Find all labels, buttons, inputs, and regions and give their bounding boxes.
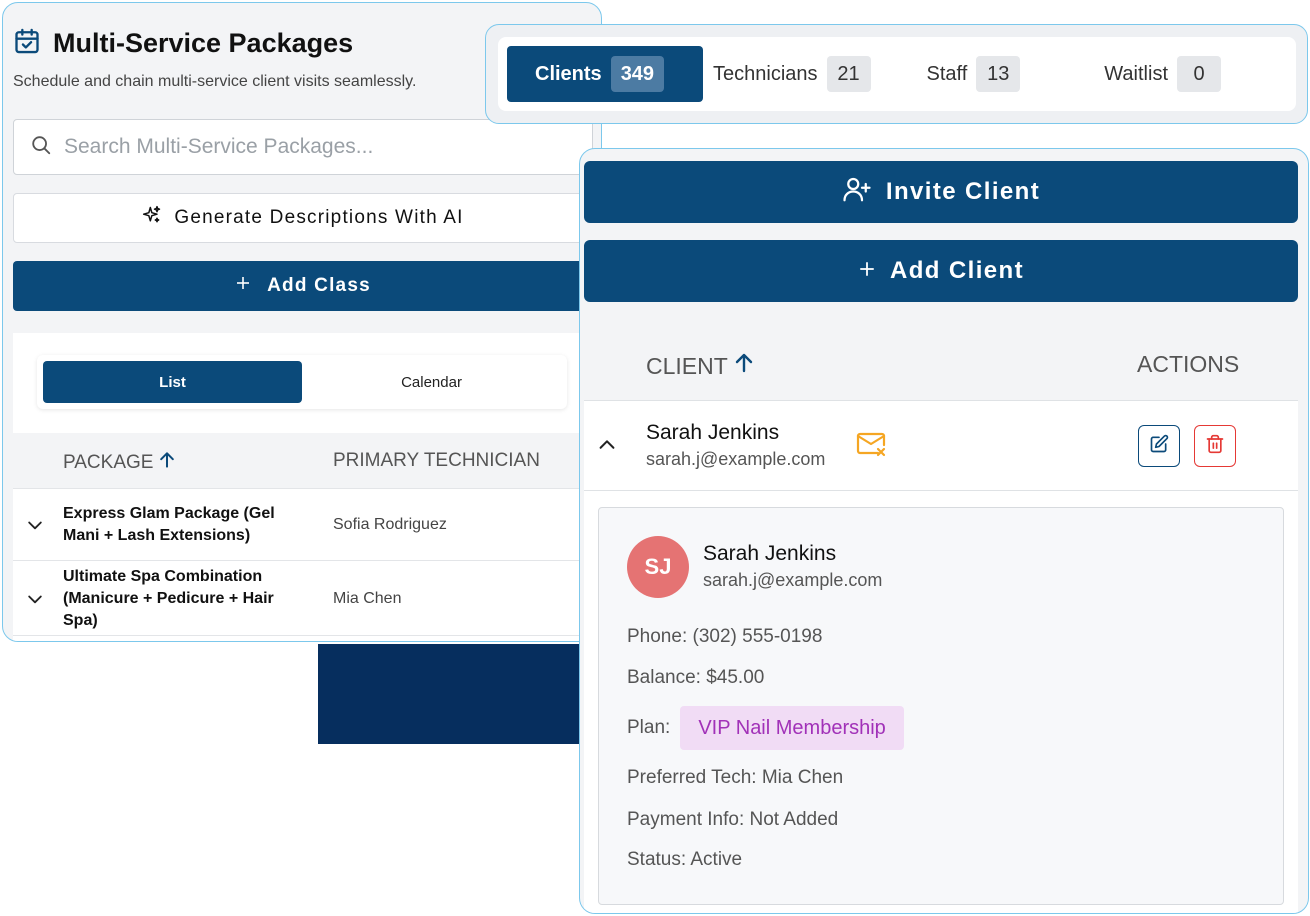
chevron-down-icon[interactable] bbox=[25, 515, 45, 540]
screen: Multi-Service Packages Schedule and chai… bbox=[0, 0, 1310, 916]
detail-preferred-tech: Preferred Tech: Mia Chen bbox=[627, 767, 844, 788]
calendar-check-icon bbox=[13, 27, 41, 60]
clients-card: Invite Client Add Client CLIENT ACTIONS bbox=[579, 148, 1309, 914]
generate-descriptions-label: Generate Descriptions With AI bbox=[174, 207, 464, 228]
tab-clients-label: Clients bbox=[535, 62, 602, 85]
clients-table-header: CLIENT ACTIONS bbox=[584, 331, 1298, 401]
sparkles-icon bbox=[142, 205, 162, 231]
detail-payment-info: Payment Info: Not Added bbox=[627, 809, 839, 830]
invite-client-label: Invite Client bbox=[885, 178, 1041, 205]
package-technician: Sofia Rodriguez bbox=[333, 516, 447, 533]
add-client-button[interactable]: Add Client bbox=[584, 240, 1298, 302]
column-header-client[interactable]: CLIENT bbox=[646, 351, 756, 381]
user-plus-icon bbox=[842, 174, 872, 211]
plus-icon bbox=[235, 275, 251, 297]
table-row[interactable]: Express Glam Package (Gel Mani + Lash Ex… bbox=[13, 489, 593, 561]
client-email: sarah.j@example.com bbox=[646, 449, 826, 469]
view-toggle-list[interactable]: List bbox=[43, 361, 302, 403]
tab-staff-count: 13 bbox=[976, 56, 1021, 92]
arrow-up-icon bbox=[157, 450, 177, 476]
package-name: Ultimate Spa Combination (Manicure + Ped… bbox=[63, 568, 274, 629]
tab-waitlist-count: 0 bbox=[1177, 56, 1221, 92]
package-technician: Mia Chen bbox=[333, 590, 402, 607]
search-icon bbox=[30, 134, 52, 161]
packages-table-panel: List Calendar PACKAGE PRIMARY TECHNICIAN bbox=[13, 333, 593, 641]
edit-client-button[interactable] bbox=[1138, 425, 1180, 467]
column-header-package-label: PACKAGE bbox=[63, 452, 154, 473]
detail-plan-label: Plan: bbox=[627, 717, 671, 738]
tab-clients[interactable]: Clients 349 bbox=[507, 46, 703, 102]
detail-phone: Phone: (302) 555-0198 bbox=[627, 626, 823, 647]
plan-badge: VIP Nail Membership bbox=[680, 706, 904, 750]
client-detail-panel: SJ Sarah Jenkins sarah.j@example.com Pho… bbox=[598, 507, 1284, 905]
package-search-box[interactable] bbox=[13, 119, 593, 175]
detail-client-name: Sarah Jenkins bbox=[703, 542, 837, 565]
column-header-technician-label: PRIMARY TECHNICIAN bbox=[333, 450, 540, 471]
column-header-actions: ACTIONS bbox=[1137, 351, 1239, 378]
column-header-primary-technician[interactable]: PRIMARY TECHNICIAN bbox=[333, 450, 540, 472]
clients-table: CLIENT ACTIONS Sarah Jenkins sarah.j@exa… bbox=[584, 331, 1298, 913]
packages-header: Multi-Service Packages bbox=[13, 27, 353, 60]
mail-x-icon bbox=[856, 431, 888, 464]
view-toggle: List Calendar bbox=[37, 355, 567, 409]
detail-status: Status: Active bbox=[627, 849, 743, 870]
packages-table-header: PACKAGE PRIMARY TECHNICIAN bbox=[13, 433, 593, 489]
detail-balance: Balance: $45.00 bbox=[627, 667, 765, 688]
chevron-up-icon[interactable] bbox=[596, 434, 618, 461]
column-header-package[interactable]: PACKAGE bbox=[63, 450, 177, 476]
tab-waitlist-label: Waitlist bbox=[1104, 62, 1168, 85]
trash-icon bbox=[1205, 434, 1225, 459]
avatar: SJ bbox=[627, 536, 689, 598]
tab-staff-label: Staff bbox=[926, 62, 968, 85]
plus-icon bbox=[858, 257, 876, 285]
tab-staff[interactable]: Staff 13 bbox=[927, 46, 1021, 102]
add-class-label: Add Class bbox=[267, 275, 371, 296]
add-client-label: Add Client bbox=[890, 257, 1024, 284]
page-subtitle: Schedule and chain multi-service client … bbox=[13, 73, 417, 90]
background-block bbox=[318, 644, 580, 744]
tab-technicians-label: Technicians bbox=[713, 62, 818, 85]
generate-descriptions-button[interactable]: Generate Descriptions With AI bbox=[13, 193, 593, 243]
tab-technicians-count: 21 bbox=[826, 56, 871, 92]
table-row[interactable]: Ultimate Spa Combination (Manicure + Ped… bbox=[13, 562, 593, 636]
tab-waitlist[interactable]: Waitlist 0 bbox=[1104, 46, 1221, 102]
people-tabs-card: Clients 349 Technicians 21 Staff 13 Wait… bbox=[485, 24, 1308, 124]
detail-client-email: sarah.j@example.com bbox=[703, 570, 883, 590]
package-name: Express Glam Package (Gel Mani + Lash Ex… bbox=[63, 505, 275, 544]
arrow-up-icon bbox=[732, 351, 756, 381]
chevron-down-icon[interactable] bbox=[25, 589, 45, 614]
detail-plan: Plan: VIP Nail Membership bbox=[627, 706, 904, 750]
edit-icon bbox=[1149, 434, 1169, 459]
client-row[interactable]: Sarah Jenkins sarah.j@example.com bbox=[584, 401, 1298, 491]
view-toggle-calendar[interactable]: Calendar bbox=[302, 361, 561, 403]
add-class-button[interactable]: Add Class bbox=[13, 261, 593, 311]
page-title: Multi-Service Packages bbox=[53, 28, 354, 58]
delete-client-button[interactable] bbox=[1194, 425, 1236, 467]
column-header-client-label: CLIENT bbox=[646, 352, 728, 379]
package-search-input[interactable] bbox=[64, 135, 564, 159]
people-tabs: Clients 349 Technicians 21 Staff 13 Wait… bbox=[498, 37, 1296, 111]
column-header-actions-label: ACTIONS bbox=[1137, 351, 1240, 377]
tab-technicians[interactable]: Technicians 21 bbox=[713, 46, 871, 102]
tab-clients-count: 349 bbox=[610, 56, 665, 92]
client-name: Sarah Jenkins bbox=[646, 421, 780, 444]
invite-client-button[interactable]: Invite Client bbox=[584, 161, 1298, 223]
